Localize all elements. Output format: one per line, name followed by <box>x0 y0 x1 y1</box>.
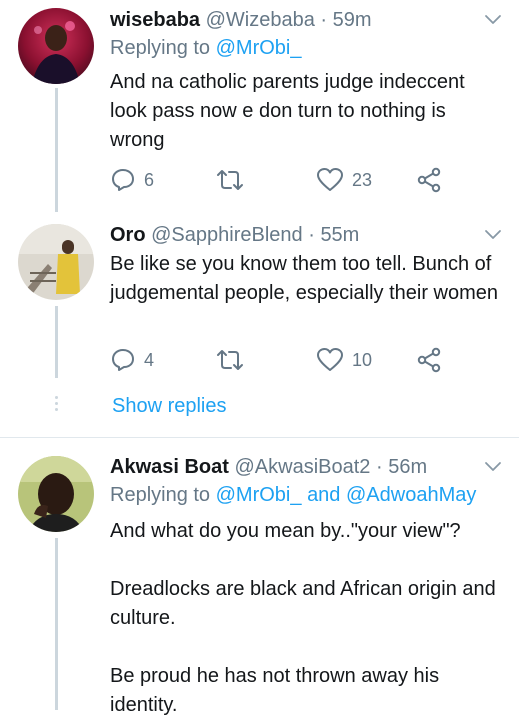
user-handle[interactable]: @SapphireBlend <box>151 224 303 246</box>
separator-dot: · <box>308 224 315 246</box>
reply-icon <box>112 349 134 371</box>
reply-button[interactable]: 6 <box>110 166 154 194</box>
tweet-text: And what do you mean by.."your view"? Dr… <box>110 517 505 720</box>
avatar-image <box>18 456 94 532</box>
display-name[interactable]: Oro <box>110 224 146 246</box>
separator-dot: · <box>375 456 383 478</box>
like-count: 23 <box>352 169 373 190</box>
share-icon <box>417 167 441 193</box>
replying-to: Replying to @MrObi_ <box>110 36 302 60</box>
retweet-icon <box>217 350 243 370</box>
timestamp[interactable]: 56m <box>388 456 427 478</box>
display-name[interactable]: wisebaba <box>110 9 200 31</box>
reply-count: 4 <box>144 349 155 370</box>
tweet-akwasi-boat[interactable]: Akwasi Boat @AkwasiBoat2 · 56m Replying … <box>0 438 519 716</box>
reply-count: 6 <box>144 169 155 190</box>
tweet-wisebaba[interactable]: wisebaba @Wizebaba · 59m Replying to @Mr… <box>0 0 519 212</box>
avatar-image <box>18 8 94 84</box>
reply-icon <box>112 169 134 191</box>
replying-to-label: Replying to <box>110 37 211 59</box>
timestamp[interactable]: 59m <box>333 9 372 31</box>
replying-to-joiner: and <box>307 484 341 506</box>
mention-link[interactable]: @MrObi_ <box>216 484 302 506</box>
chevron-down-icon[interactable] <box>483 227 503 243</box>
chevron-down-icon[interactable] <box>483 459 503 475</box>
tweet-text: Be like se you know them too tell. Bunch… <box>110 250 505 308</box>
tweet-header: Oro @SapphireBlend · 55m <box>110 223 479 247</box>
tweet-text-paragraph: And na catholic parents judge indeccent … <box>110 71 465 151</box>
user-handle[interactable]: @Wizebaba <box>206 9 315 31</box>
tweet-header: wisebaba @Wizebaba · 59m <box>110 8 479 32</box>
retweet-icon <box>217 170 243 190</box>
share-icon <box>417 347 441 373</box>
tweet-header: Akwasi Boat @AkwasiBoat2 · 56m <box>110 455 479 479</box>
show-replies-link[interactable]: Show replies <box>112 394 227 418</box>
avatar-image <box>18 224 94 300</box>
replying-to-label: Replying to <box>110 484 211 506</box>
tweet-actions: 4 10 <box>110 346 470 374</box>
heart-icon <box>317 348 343 371</box>
avatar[interactable] <box>18 456 94 532</box>
tweet-thread: wisebaba @Wizebaba · 59m Replying to @Mr… <box>0 0 519 716</box>
display-name[interactable]: Akwasi Boat <box>110 456 229 478</box>
share-button[interactable] <box>416 166 442 194</box>
retweet-button[interactable] <box>216 166 252 194</box>
avatar[interactable] <box>18 224 94 300</box>
replying-to: Replying to @MrObi_ and @AdwoahMay <box>110 483 476 507</box>
thread-connector-line <box>55 538 58 710</box>
avatar[interactable] <box>18 8 94 84</box>
heart-icon <box>317 168 343 191</box>
separator-dot: · <box>320 9 328 31</box>
like-count: 10 <box>352 349 373 370</box>
thread-connector-line <box>55 88 58 212</box>
more-replies-dots <box>55 396 58 414</box>
user-handle[interactable]: @AkwasiBoat2 <box>235 456 371 478</box>
tweet-text-paragraph: Be like se you know them too tell. Bunch… <box>110 253 499 304</box>
mention-link[interactable]: @AdwoahMay <box>346 484 476 506</box>
mention-link[interactable]: @MrObi_ <box>216 37 302 59</box>
chevron-down-icon[interactable] <box>483 12 503 28</box>
share-button[interactable] <box>416 346 442 374</box>
tweet-oro[interactable]: Oro @SapphireBlend · 55m Be like se you … <box>0 212 519 438</box>
tweet-text-paragraph: Be proud he has not thrown away his iden… <box>110 665 440 716</box>
tweet-text-paragraph: Dreadlocks are black and African origin … <box>110 578 496 629</box>
like-button[interactable]: 10 <box>316 346 372 374</box>
tweet-text-paragraph: And what do you mean by.."your view"? <box>110 520 461 542</box>
thread-connector-line <box>55 306 58 378</box>
tweet-text: And na catholic parents judge indeccent … <box>110 68 505 155</box>
retweet-button[interactable] <box>216 346 252 374</box>
reply-button[interactable]: 4 <box>110 346 154 374</box>
timestamp[interactable]: 55m <box>320 224 359 246</box>
like-button[interactable]: 23 <box>316 166 372 194</box>
tweet-actions: 6 23 <box>110 166 470 194</box>
